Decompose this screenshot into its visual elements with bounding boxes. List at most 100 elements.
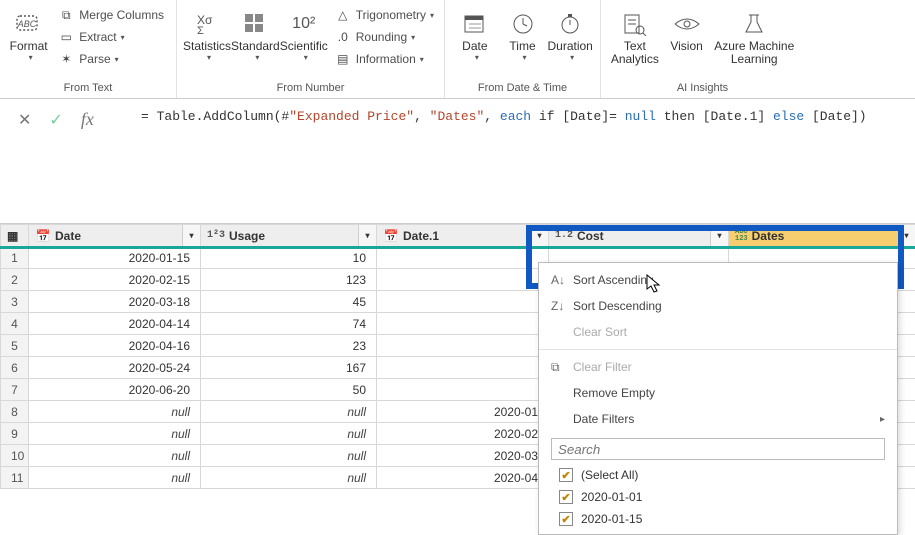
svg-text:ABC: ABC — [16, 19, 36, 29]
clear-sort-item[interactable]: Clear Sort — [539, 319, 897, 345]
cell-date1[interactable] — [377, 335, 549, 357]
azure-ml-button[interactable]: Azure Machine Learning — [710, 4, 798, 66]
cell-date[interactable]: null — [29, 423, 201, 445]
cell-date1[interactable] — [377, 269, 549, 291]
row-index: 3 — [1, 291, 29, 313]
duration-button[interactable]: Duration▾ — [546, 4, 594, 62]
text-analytics-icon — [619, 10, 651, 38]
cell-date1[interactable] — [377, 291, 549, 313]
clock-icon — [507, 10, 539, 38]
cell-usage[interactable]: 167 — [201, 357, 377, 379]
standard-icon — [239, 10, 271, 38]
cell-date1[interactable]: 2020-03 — [377, 445, 549, 467]
cell-date[interactable]: null — [29, 445, 201, 467]
menu-separator — [539, 349, 897, 350]
flask-icon — [738, 10, 770, 38]
dropdown-icon: ▾ — [121, 33, 125, 42]
triangle-icon: △ — [334, 8, 352, 22]
clear-filter-icon: ⧉ — [551, 360, 573, 375]
ribbon: ABC Format ▾ ⧉Merge Columns ▭Extract▾ ✶P… — [0, 0, 915, 99]
cell-usage[interactable]: null — [201, 423, 377, 445]
row-index: 2 — [1, 269, 29, 291]
row-index: 1 — [1, 247, 29, 269]
cell-usage[interactable]: 10 — [201, 247, 377, 269]
checkbox-icon: ✔ — [559, 468, 573, 482]
extract-button[interactable]: ▭Extract▾ — [51, 26, 170, 48]
checkbox-icon: ✔ — [559, 512, 573, 526]
filter-dropdown-usage[interactable]: ▾ — [358, 225, 376, 246]
table-corner[interactable]: ▦ — [1, 225, 29, 247]
cell-usage[interactable]: 45 — [201, 291, 377, 313]
trigonometry-button[interactable]: △Trigonometry▾ — [328, 4, 440, 26]
clear-filter-item[interactable]: ⧉Clear Filter — [539, 354, 897, 380]
filter-dropdown-date[interactable]: ▾ — [182, 225, 200, 246]
cell-date[interactable]: 2020-01-15 — [29, 247, 201, 269]
column-header-dates[interactable]: ABC 123Dates▾ — [729, 225, 915, 247]
cell-date[interactable]: 2020-04-14 — [29, 313, 201, 335]
info-icon: ▤ — [334, 52, 352, 66]
cell-date[interactable]: null — [29, 401, 201, 423]
scientific-button[interactable]: 10² Scientific▾ — [280, 4, 328, 62]
column-header-date[interactable]: 📅Date▾ — [29, 225, 201, 247]
filter-check-select-all[interactable]: ✔(Select All) — [539, 464, 897, 486]
column-header-cost[interactable]: 1.2Cost▾ — [549, 225, 729, 247]
cell-date[interactable]: 2020-06-20 — [29, 379, 201, 401]
merge-columns-button[interactable]: ⧉Merge Columns — [51, 4, 170, 26]
statistics-button[interactable]: XσΣ Statistics▾ — [183, 4, 231, 62]
column-header-usage[interactable]: 1²3Usage▾ — [201, 225, 377, 247]
cell-date1[interactable] — [377, 357, 549, 379]
cell-usage[interactable]: 123 — [201, 269, 377, 291]
cell-usage[interactable]: 50 — [201, 379, 377, 401]
cell-usage[interactable]: 23 — [201, 335, 377, 357]
cell-date[interactable]: 2020-04-16 — [29, 335, 201, 357]
sort-desc-icon: Z↓ — [551, 299, 573, 313]
cell-date[interactable]: 2020-02-15 — [29, 269, 201, 291]
column-header-date1[interactable]: 📅Date.1▾ — [377, 225, 549, 247]
merge-icon: ⧉ — [57, 8, 75, 23]
cell-date[interactable]: 2020-05-24 — [29, 357, 201, 379]
parse-button[interactable]: ✶Parse▾ — [51, 48, 170, 70]
vision-button[interactable]: Vision — [663, 4, 711, 53]
cell-usage[interactable]: null — [201, 467, 377, 489]
standard-button[interactable]: Standard▾ — [231, 4, 280, 62]
filter-check-value[interactable]: ✔2020-01-01 — [539, 486, 897, 508]
cell-usage[interactable]: 74 — [201, 313, 377, 335]
accept-formula-button[interactable]: ✓ — [49, 110, 62, 130]
filter-check-value[interactable]: ✔2020-01-15 — [539, 508, 897, 530]
rounding-button[interactable]: .0Rounding▾ — [328, 26, 440, 48]
row-index: 11 — [1, 467, 29, 489]
row-index: 10 — [1, 445, 29, 467]
filter-dropdown-date1[interactable]: ▾ — [530, 225, 548, 246]
cell-usage[interactable]: null — [201, 401, 377, 423]
filter-dropdown-dates[interactable]: ▾ — [897, 225, 915, 246]
filter-dropdown-cost[interactable]: ▾ — [710, 225, 728, 246]
column-filter-menu: A↓Sort Ascending Z↓Sort Descending Clear… — [538, 262, 898, 535]
stopwatch-icon — [554, 10, 586, 38]
formula-input[interactable]: = Table.AddColumn(#"Expanded Price", "Da… — [135, 99, 873, 134]
text-analytics-button[interactable]: Text Analytics — [607, 4, 663, 66]
sort-ascending-item[interactable]: A↓Sort Ascending — [539, 267, 897, 293]
sort-descending-item[interactable]: Z↓Sort Descending — [539, 293, 897, 319]
remove-empty-item[interactable]: Remove Empty — [539, 380, 897, 406]
fx-icon: fx — [81, 109, 94, 130]
cancel-formula-button[interactable]: ✕ — [18, 110, 31, 130]
cell-date1[interactable] — [377, 247, 549, 269]
format-button[interactable]: ABC Format ▾ — [6, 4, 51, 62]
cell-date[interactable]: 2020-03-18 — [29, 291, 201, 313]
time-button[interactable]: Time▾ — [499, 4, 547, 62]
cell-date1[interactable]: 2020-04 — [377, 467, 549, 489]
filter-search-input[interactable] — [551, 438, 885, 460]
cell-date1[interactable] — [377, 313, 549, 335]
any-type-icon: ABC 123 — [735, 229, 748, 243]
cell-date[interactable]: null — [29, 467, 201, 489]
cell-date1[interactable] — [377, 379, 549, 401]
date-button[interactable]: Date▾ — [451, 4, 499, 62]
whole-number-type-icon: 1²3 — [207, 230, 225, 241]
cell-date1[interactable]: 2020-01 — [377, 401, 549, 423]
group-label-ai: AI Insights — [601, 80, 804, 98]
row-index: 6 — [1, 357, 29, 379]
cell-usage[interactable]: null — [201, 445, 377, 467]
cell-date1[interactable]: 2020-02 — [377, 423, 549, 445]
information-button[interactable]: ▤Information▾ — [328, 48, 440, 70]
date-filters-item[interactable]: Date Filters — [539, 406, 897, 432]
